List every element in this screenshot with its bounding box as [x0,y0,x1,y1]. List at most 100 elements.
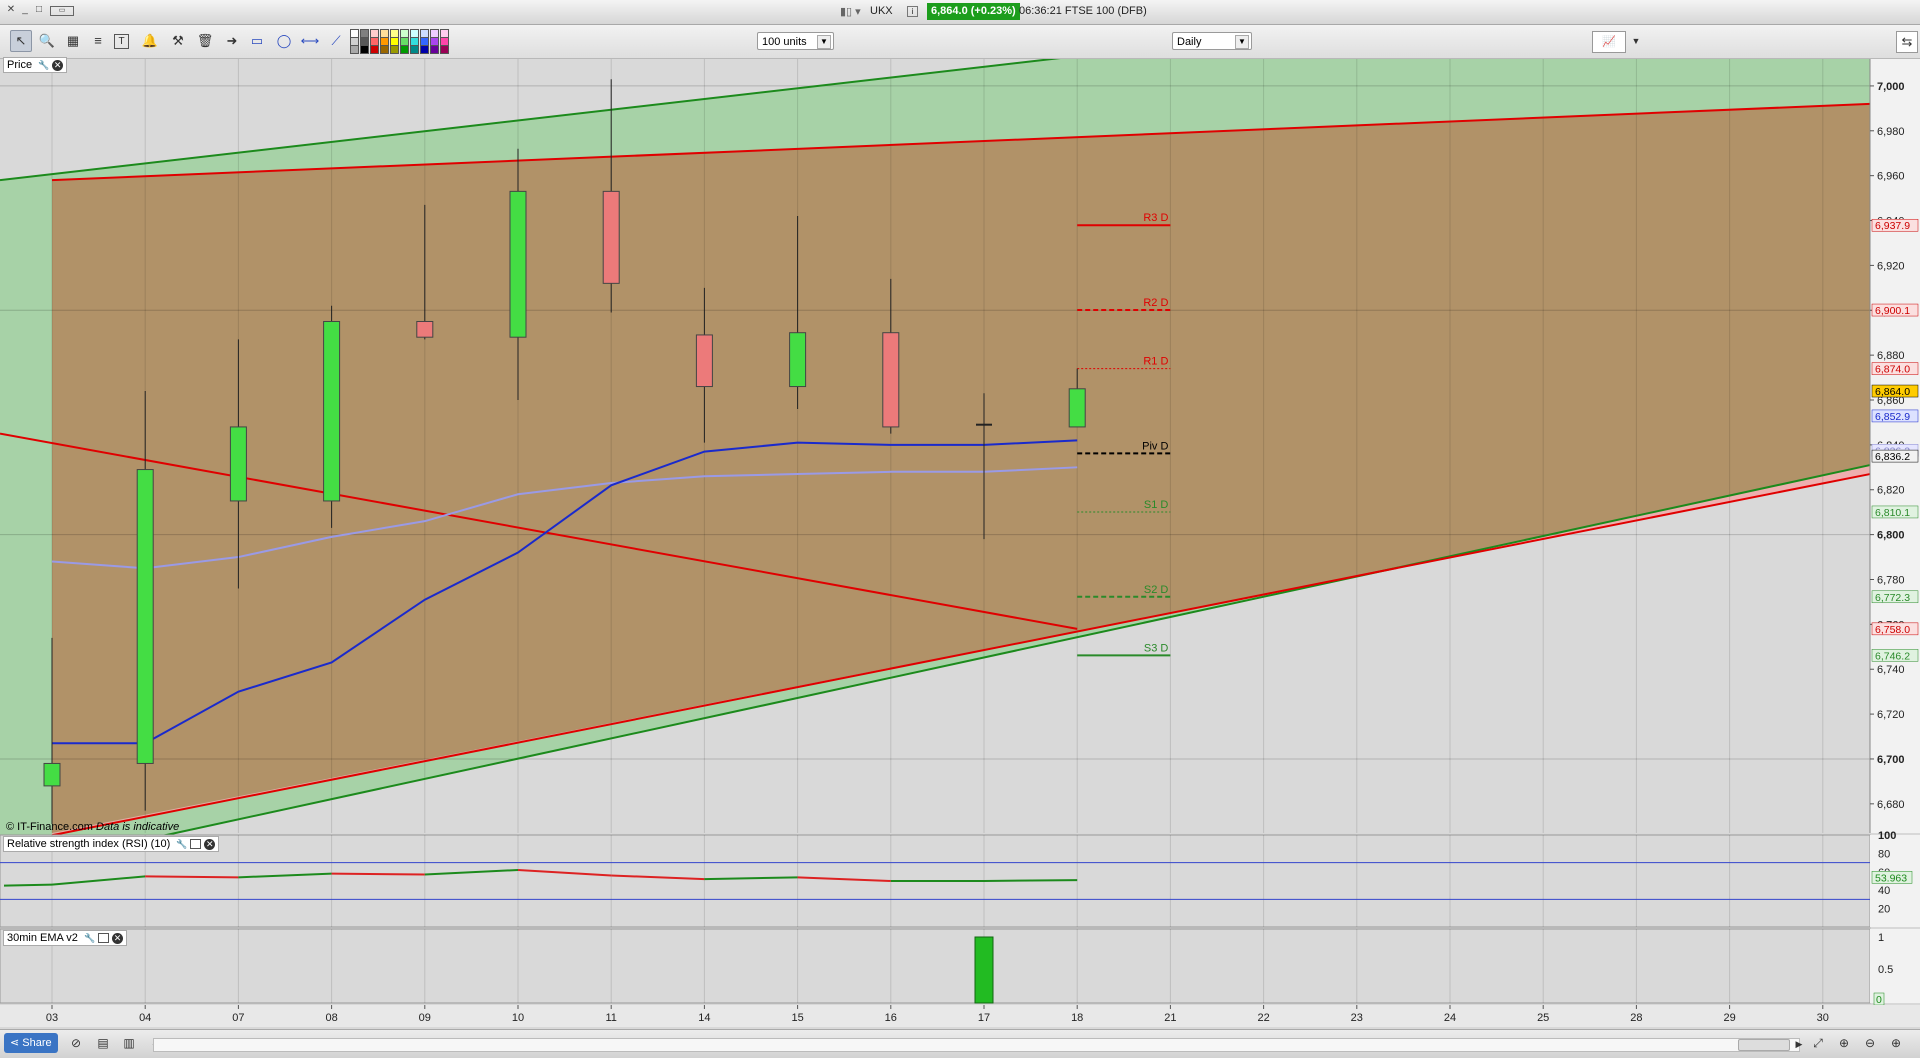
close-icon[interactable]: ✕ [52,59,64,71]
color-swatch[interactable] [410,45,419,54]
chevron-down-icon[interactable]: ▼ [817,35,831,49]
scrollbar-thumb[interactable] [1738,1039,1790,1051]
price-tag-text: 6,772.3 [1875,592,1910,604]
price-tick-label: 6,740 [1877,664,1905,676]
candle-body[interactable] [229,426,247,502]
zoom-in-icon[interactable]: ⊕ [1888,1035,1904,1051]
candle-body[interactable] [416,320,434,338]
zoom-out-icon[interactable]: ⊖ [1862,1035,1878,1051]
grid-icon[interactable]: ▤ [95,1035,111,1051]
price-tick-label: 6,920 [1877,260,1905,272]
raff-channel-icon[interactable]: ≡ [88,31,108,51]
side-panel-toggle-icon[interactable]: ⇆ [1896,31,1918,53]
x-tick-label: 15 [791,1012,803,1024]
candle-body[interactable] [695,334,713,388]
x-tick-label: 24 [1444,1012,1456,1024]
color-swatch[interactable] [370,45,379,54]
price-tag-text: 6,874.0 [1875,364,1910,376]
zoom-tool-icon[interactable]: 🔍 [37,31,57,51]
color-swatch[interactable] [420,45,429,54]
units-select[interactable]: 100 units ▼ [757,32,834,50]
indicative-note: Data is indicative [96,821,180,833]
price-tick-label: 6,720 [1877,709,1905,721]
price-tag-text: 6,810.1 [1875,507,1910,519]
wrench-icon[interactable]: 🔧 [176,839,187,850]
color-swatch[interactable] [440,45,449,54]
minimize-window-icon[interactable]: _ [20,5,30,15]
candle-body[interactable] [509,190,527,338]
fit-chart-icon[interactable]: ⤢ [1810,1035,1826,1051]
x-tick-label: 29 [1723,1012,1735,1024]
price-tick-label: 6,780 [1877,574,1905,586]
price-tag: 6,852.9 [1871,409,1919,423]
candle-body[interactable] [323,320,341,502]
horizontal-line-tool-icon[interactable]: ⟷ [300,31,320,51]
maximize-icon[interactable] [97,933,109,944]
pivot-label: R1 D [1143,356,1168,368]
rectangle-tool-icon[interactable]: ▭ [247,31,267,51]
color-swatch[interactable] [360,45,369,54]
share-button[interactable]: ⋖ Share [4,1033,58,1053]
alert-bell-icon[interactable]: 🔔 [140,31,160,51]
chevron-down-icon[interactable]: ▼ [1235,35,1249,49]
ellipse-tool-icon[interactable]: ◯ [274,31,294,51]
interval-select-value: Daily [1177,36,1202,48]
candle-body[interactable] [1068,388,1086,428]
info-icon[interactable]: i [907,6,918,17]
units-select-value: 100 units [762,36,807,48]
color-swatch[interactable] [350,45,359,54]
pivot-label: R3 D [1143,212,1168,224]
popout-window-icon[interactable]: ▭ [50,6,74,16]
price-tag-text: 6,758.0 [1875,624,1910,636]
ema-value-tag: 0 [1876,994,1882,1006]
candle-body[interactable] [602,190,620,284]
candle-body[interactable] [882,332,900,428]
rsi-panel[interactable]: 1008060402053.963 [0,830,1920,928]
candle-body[interactable] [43,762,61,787]
rsi-line-segment [145,875,239,879]
color-swatch[interactable] [400,45,409,54]
ema-tick-label: 1 [1878,932,1884,944]
trash-icon[interactable]: 🗑 [195,31,215,51]
hammer-icon[interactable]: ⚒ [168,31,188,51]
color-swatch[interactable] [380,45,389,54]
arrow-tool-icon[interactable]: ➜ [222,31,242,51]
maximize-icon[interactable] [190,839,202,850]
close-window-icon[interactable]: ✕ [6,5,16,15]
rsi-tick-label: 80 [1878,848,1890,860]
link-icon[interactable]: ▮▯ ▾ [840,5,861,18]
layers-icon[interactable]: ▥ [121,1035,137,1051]
indicator-menu-icon[interactable]: 📈 [1592,31,1626,53]
text-tool-icon[interactable]: T [114,34,129,49]
restore-window-icon[interactable]: □ [34,5,44,15]
pointer-tool-icon[interactable]: ↖ [10,30,32,52]
color-swatch[interactable] [390,45,399,54]
ema30-signal-bar[interactable] [974,936,994,1004]
wrench-icon[interactable]: 🔧 [84,933,95,944]
x-tick-label: 03 [46,1012,58,1024]
ema30-panel[interactable]: 10.500 [0,928,1920,1008]
price-tag: 6,746.2 [1871,649,1919,662]
rsi-tick-label: 100 [1878,830,1896,842]
close-icon[interactable]: ✕ [204,838,216,850]
interval-select[interactable]: Daily ▼ [1172,32,1252,50]
chart-area[interactable]: R3 D R2 D R1 D Piv D S1 D S2 D S3 D 6,680 6,700 6… [0,59,1920,1029]
pivot-label: Piv D [1142,440,1168,452]
magnet-icon[interactable]: ⊘ [68,1035,84,1051]
trend-line-tool-icon[interactable]: ⟋ [326,31,346,51]
wrench-icon[interactable]: 🔧 [38,60,49,71]
candle-body[interactable] [136,469,154,764]
horizontal-scrollbar[interactable] [153,1038,1800,1052]
pivot-label: S2 D [1144,584,1169,596]
price-panel[interactable]: R3 D R2 D R1 D Piv D S1 D S2 D S3 D 6,680 6,700 6… [0,59,1920,873]
scroll-right-icon[interactable]: ▶ [1791,1036,1807,1052]
close-icon[interactable]: ✕ [111,932,123,944]
rsi-panel-title: Relative strength index (RSI) (10) [7,838,171,850]
candle-body[interactable] [789,332,807,388]
fib-tool-icon[interactable]: ▦ [63,31,83,51]
rsi-line-segment [983,879,1078,882]
color-swatch[interactable] [430,45,439,54]
zoom-fit-icon[interactable]: ⊕ [1836,1035,1852,1051]
chevron-down-icon[interactable]: ▼ [1626,31,1646,51]
x-tick-label: 16 [885,1012,897,1024]
